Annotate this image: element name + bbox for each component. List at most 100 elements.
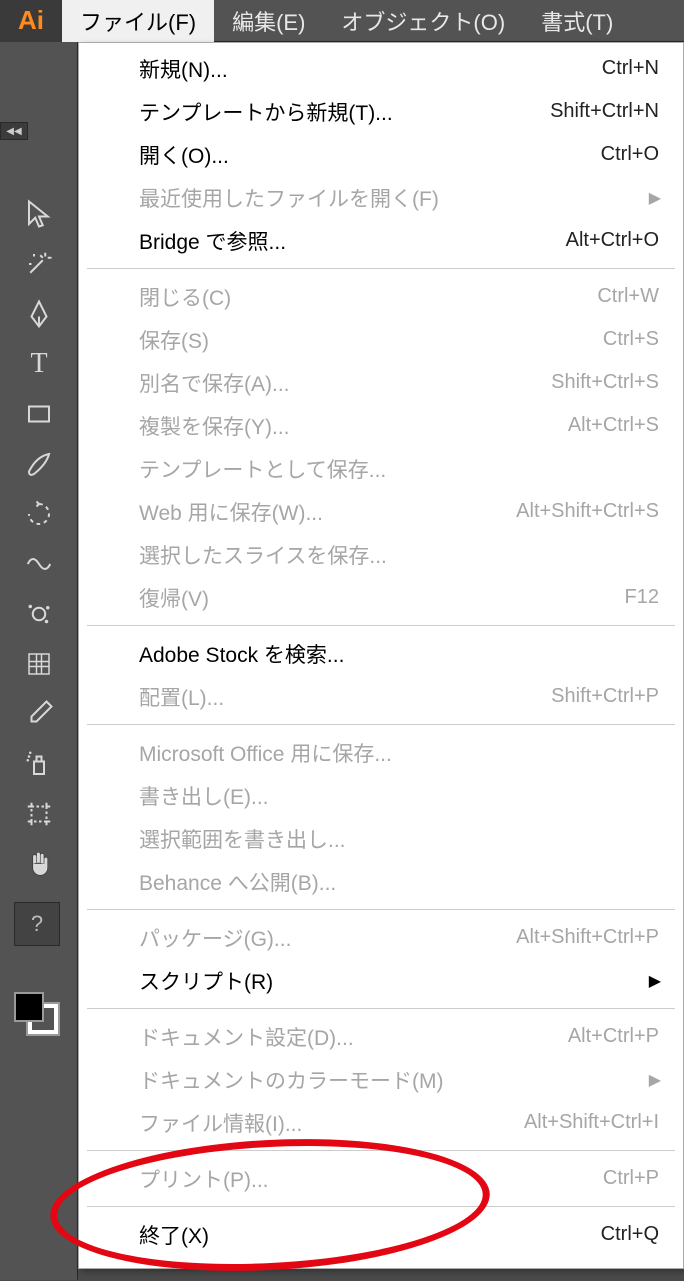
file-menu-item: 書き出し(E)... — [79, 774, 683, 817]
file-menu-item[interactable]: 新規(N)...Ctrl+N — [79, 47, 683, 90]
file-menu-item: 選択範囲を書き出し... — [79, 817, 683, 860]
pen-tool-icon[interactable] — [14, 292, 64, 336]
menu-item-label: 書き出し(E)... — [139, 781, 659, 811]
menu-item-shortcut: Ctrl+N — [602, 57, 659, 80]
menu-item-label: Bridge で参照... — [139, 226, 566, 256]
file-menu-item: 配置(L)...Shift+Ctrl+P — [79, 675, 683, 718]
menu-item-label: 選択範囲を書き出し... — [139, 824, 659, 854]
menu-item-label: Web 用に保存(W)... — [139, 497, 516, 527]
file-menu-item: パッケージ(G)...Alt+Shift+Ctrl+P — [79, 916, 683, 959]
menu-item-shortcut: Ctrl+S — [603, 328, 659, 351]
paintbrush-tool-icon[interactable] — [14, 442, 64, 486]
menu-item-shortcut: Ctrl+O — [601, 143, 659, 166]
file-menu-item: 復帰(V)F12 — [79, 576, 683, 619]
symbol-sprayer-tool-icon[interactable] — [14, 592, 64, 636]
type-tool-icon[interactable]: T — [14, 342, 64, 386]
rotate-tool-icon[interactable] — [14, 492, 64, 536]
menu-item-label: パッケージ(G)... — [139, 923, 516, 953]
file-menu-item[interactable]: 開く(O)...Ctrl+O — [79, 133, 683, 176]
menu-file[interactable]: ファイル(F) — [62, 0, 214, 42]
menu-type[interactable]: 書式(T) — [523, 0, 631, 42]
menu-item-label: 開く(O)... — [139, 140, 601, 170]
menu-item-label: Adobe Stock を検索... — [139, 639, 659, 669]
menu-separator — [87, 909, 675, 910]
menu-separator — [87, 1008, 675, 1009]
menu-item-label: 新規(N)... — [139, 54, 602, 84]
menu-separator — [87, 1150, 675, 1151]
magic-wand-tool-icon[interactable] — [14, 242, 64, 286]
menu-item-shortcut: Alt+Ctrl+S — [568, 414, 659, 437]
submenu-arrow-icon: ▶ — [649, 971, 661, 991]
color-swatches[interactable] — [10, 982, 66, 1030]
file-menu-item: 最近使用したファイルを開く(F)▶ — [79, 176, 683, 219]
fill-swatch[interactable] — [14, 992, 44, 1022]
menu-item-shortcut: F12 — [625, 586, 659, 609]
menu-item-shortcut: Alt+Shift+Ctrl+S — [516, 500, 659, 523]
file-menu-dropdown: 新規(N)...Ctrl+Nテンプレートから新規(T)...Shift+Ctrl… — [78, 42, 684, 1269]
menu-edit[interactable]: 編集(E) — [214, 0, 323, 42]
menu-separator — [87, 1206, 675, 1207]
menu-item-label: スクリプト(R) — [139, 966, 659, 996]
file-menu-item: 閉じる(C)Ctrl+W — [79, 275, 683, 318]
help-button[interactable]: ? — [14, 902, 60, 946]
artboard-tool-icon[interactable] — [14, 792, 64, 836]
file-menu-item[interactable]: 終了(X)Ctrl+Q — [79, 1213, 683, 1256]
menu-item-shortcut: Ctrl+P — [603, 1167, 659, 1190]
file-menu-item: ドキュメントのカラーモード(M)▶ — [79, 1058, 683, 1101]
spray-tool-icon[interactable] — [14, 742, 64, 786]
menu-item-label: Microsoft Office 用に保存... — [139, 738, 659, 768]
menubar: Ai ファイル(F) 編集(E) オブジェクト(O) 書式(T) — [0, 0, 684, 42]
menu-item-label: 最近使用したファイルを開く(F) — [139, 183, 659, 213]
file-menu-item[interactable]: Bridge で参照...Alt+Ctrl+O — [79, 219, 683, 262]
submenu-arrow-icon: ▶ — [649, 1070, 661, 1090]
file-menu-item: テンプレートとして保存... — [79, 447, 683, 490]
file-menu-item: Web 用に保存(W)...Alt+Shift+Ctrl+S — [79, 490, 683, 533]
menu-item-label: 復帰(V) — [139, 583, 625, 613]
file-menu-item[interactable]: スクリプト(R)▶ — [79, 959, 683, 1002]
file-menu-item: Behance へ公開(B)... — [79, 860, 683, 903]
file-menu-item: 保存(S)Ctrl+S — [79, 318, 683, 361]
menu-item-label: 配置(L)... — [139, 682, 551, 712]
file-menu-item: 別名で保存(A)...Shift+Ctrl+S — [79, 361, 683, 404]
menu-item-label: ファイル情報(I)... — [139, 1108, 524, 1138]
file-menu-item[interactable]: テンプレートから新規(T)...Shift+Ctrl+N — [79, 90, 683, 133]
menu-item-label: Behance へ公開(B)... — [139, 867, 659, 897]
menu-item-label: 複製を保存(Y)... — [139, 411, 568, 441]
menu-item-label: 別名で保存(A)... — [139, 368, 551, 398]
toolbox: T ? — [14, 192, 64, 946]
menu-item-label: テンプレートとして保存... — [139, 454, 659, 484]
submenu-arrow-icon: ▶ — [649, 188, 661, 208]
menu-item-label: ドキュメントのカラーモード(M) — [139, 1065, 659, 1095]
rectangle-tool-icon[interactable] — [14, 392, 64, 436]
app-logo: Ai — [0, 0, 62, 42]
menu-item-shortcut: Shift+Ctrl+N — [550, 100, 659, 123]
hand-tool-icon[interactable] — [14, 842, 64, 886]
menu-item-label: テンプレートから新規(T)... — [139, 97, 550, 127]
file-menu-item[interactable]: Adobe Stock を検索... — [79, 632, 683, 675]
menu-item-shortcut: Shift+Ctrl+P — [551, 685, 659, 708]
menu-object[interactable]: オブジェクト(O) — [323, 0, 523, 42]
collapse-panel-icon[interactable]: ◀◀ — [0, 122, 28, 140]
menu-item-shortcut: Ctrl+Q — [601, 1223, 659, 1246]
file-menu-item: 複製を保存(Y)...Alt+Ctrl+S — [79, 404, 683, 447]
menu-item-shortcut: Alt+Shift+Ctrl+P — [516, 926, 659, 949]
menu-item-label: プリント(P)... — [139, 1164, 603, 1194]
selection-tool-icon[interactable] — [14, 192, 64, 236]
menu-item-label: 選択したスライスを保存... — [139, 540, 659, 570]
menu-separator — [87, 268, 675, 269]
file-menu-item: プリント(P)...Ctrl+P — [79, 1157, 683, 1200]
menu-item-shortcut: Alt+Ctrl+O — [566, 229, 659, 252]
menu-item-shortcut: Alt+Shift+Ctrl+I — [524, 1111, 659, 1134]
file-menu-item: ファイル情報(I)...Alt+Shift+Ctrl+I — [79, 1101, 683, 1144]
menu-separator — [87, 724, 675, 725]
tool-panel: ◀◀ T — [0, 42, 78, 1280]
file-menu-item: 選択したスライスを保存... — [79, 533, 683, 576]
menu-item-label: 保存(S) — [139, 325, 603, 355]
warp-tool-icon[interactable] — [14, 542, 64, 586]
menu-item-label: 閉じる(C) — [139, 282, 597, 312]
eyedropper-tool-icon[interactable] — [14, 692, 64, 736]
mesh-tool-icon[interactable] — [14, 642, 64, 686]
menu-item-shortcut: Ctrl+W — [597, 285, 659, 308]
menu-item-shortcut: Shift+Ctrl+S — [551, 371, 659, 394]
menu-item-shortcut: Alt+Ctrl+P — [568, 1025, 659, 1048]
